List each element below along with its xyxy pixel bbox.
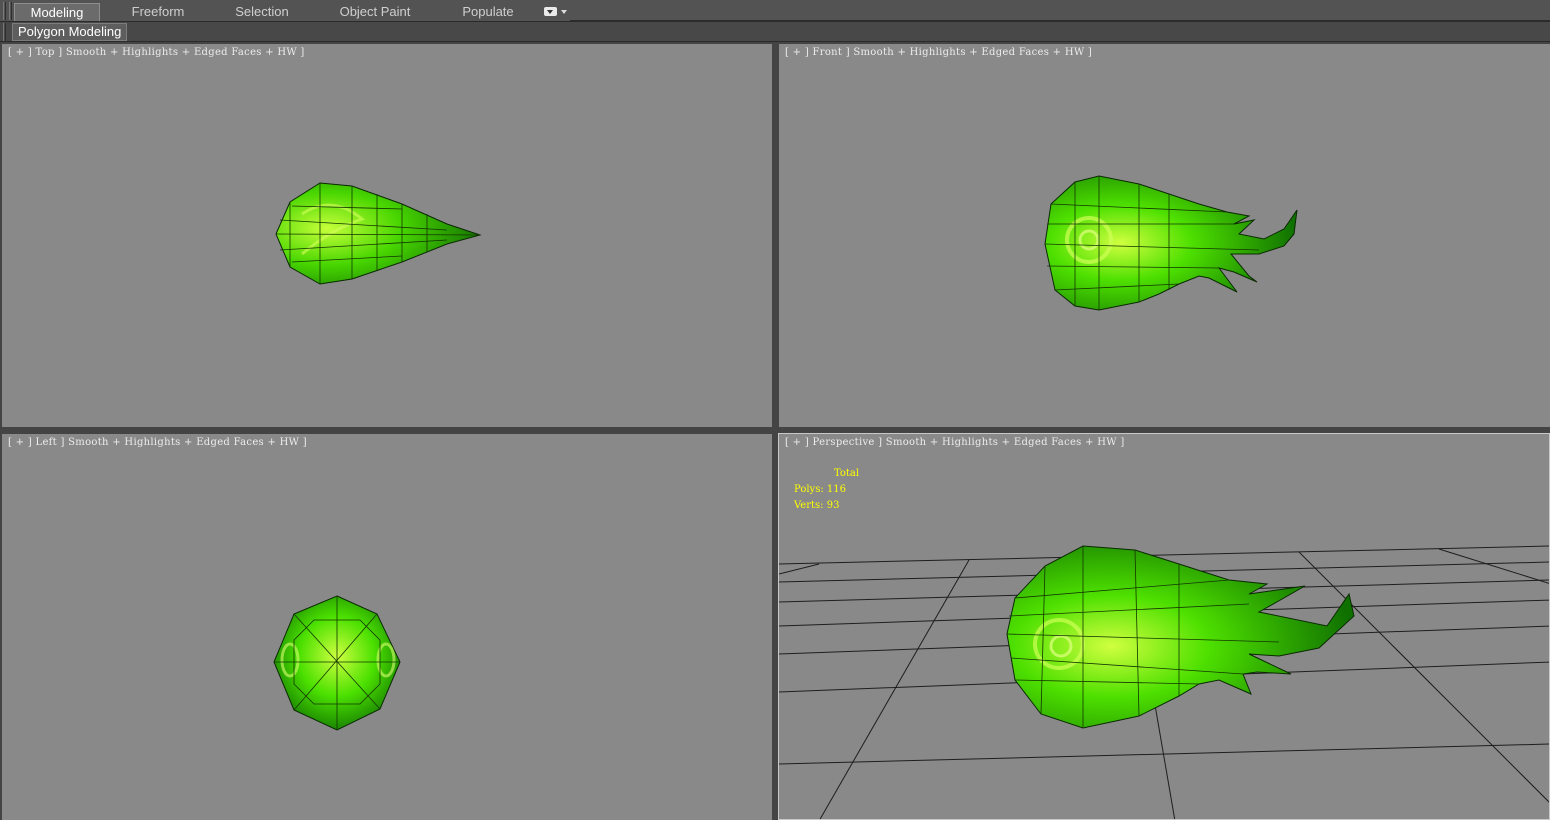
panel-polygon-modeling[interactable]: Polygon Modeling — [12, 23, 128, 41]
top-view-model — [275, 182, 482, 285]
viewport-left[interactable]: [ + ] Left ] Smooth + Highlights + Edged… — [2, 434, 772, 820]
ribbon-options-box-icon — [544, 7, 557, 16]
perspective-view-scene — [779, 545, 1549, 819]
left-view-model — [273, 595, 401, 731]
stats-verts-label: Verts: — [794, 500, 824, 511]
viewport-front[interactable]: [ + ] Front ] Smooth + Highlights + Edge… — [779, 44, 1550, 427]
stats-verts: Verts: 93 — [794, 500, 839, 511]
ribbon-options-dropdown-icon[interactable] — [544, 6, 570, 18]
front-view-model — [1044, 175, 1298, 311]
viewport-front-label[interactable]: [ + ] Front ] Smooth + Highlights + Edge… — [785, 47, 1092, 58]
ribbon-grip-secondary[interactable] — [9, 2, 12, 20]
ribbon-tab-bar: Modeling Freeform Selection Object Paint… — [0, 0, 1550, 22]
viewport-left-label[interactable]: [ + ] Left ] Smooth + Highlights + Edged… — [8, 437, 307, 448]
tab-selection[interactable]: Selection — [222, 3, 302, 21]
panel-grip[interactable] — [3, 23, 6, 41]
stats-polys-value: 116 — [826, 484, 846, 495]
viewport-top-label[interactable]: [ + ] Top ] Smooth + Highlights + Edged … — [8, 47, 305, 58]
chevron-down-icon — [561, 10, 567, 14]
stats-polys: Polys: 116 — [794, 484, 846, 495]
viewport-perspective[interactable]: [ + ] Perspective ] Smooth + Highlights … — [778, 433, 1550, 820]
viewport-top[interactable]: [ + ] Top ] Smooth + Highlights + Edged … — [2, 44, 772, 427]
ribbon-divider — [570, 20, 1550, 21]
stats-polys-label: Polys: — [794, 484, 824, 495]
app-window: Modeling Freeform Selection Object Paint… — [0, 0, 1550, 820]
tab-modeling[interactable]: Modeling — [14, 3, 100, 21]
tab-populate[interactable]: Populate — [450, 3, 526, 21]
stats-verts-value: 93 — [826, 500, 840, 511]
stats-title: Total — [834, 468, 860, 479]
ribbon-grip[interactable] — [3, 2, 6, 20]
tab-freeform[interactable]: Freeform — [118, 3, 198, 21]
viewport-perspective-label[interactable]: [ + ] Perspective ] Smooth + Highlights … — [785, 437, 1125, 448]
ribbon-panel-bar: Polygon Modeling — [0, 22, 1550, 42]
tab-object-paint[interactable]: Object Paint — [330, 3, 420, 21]
